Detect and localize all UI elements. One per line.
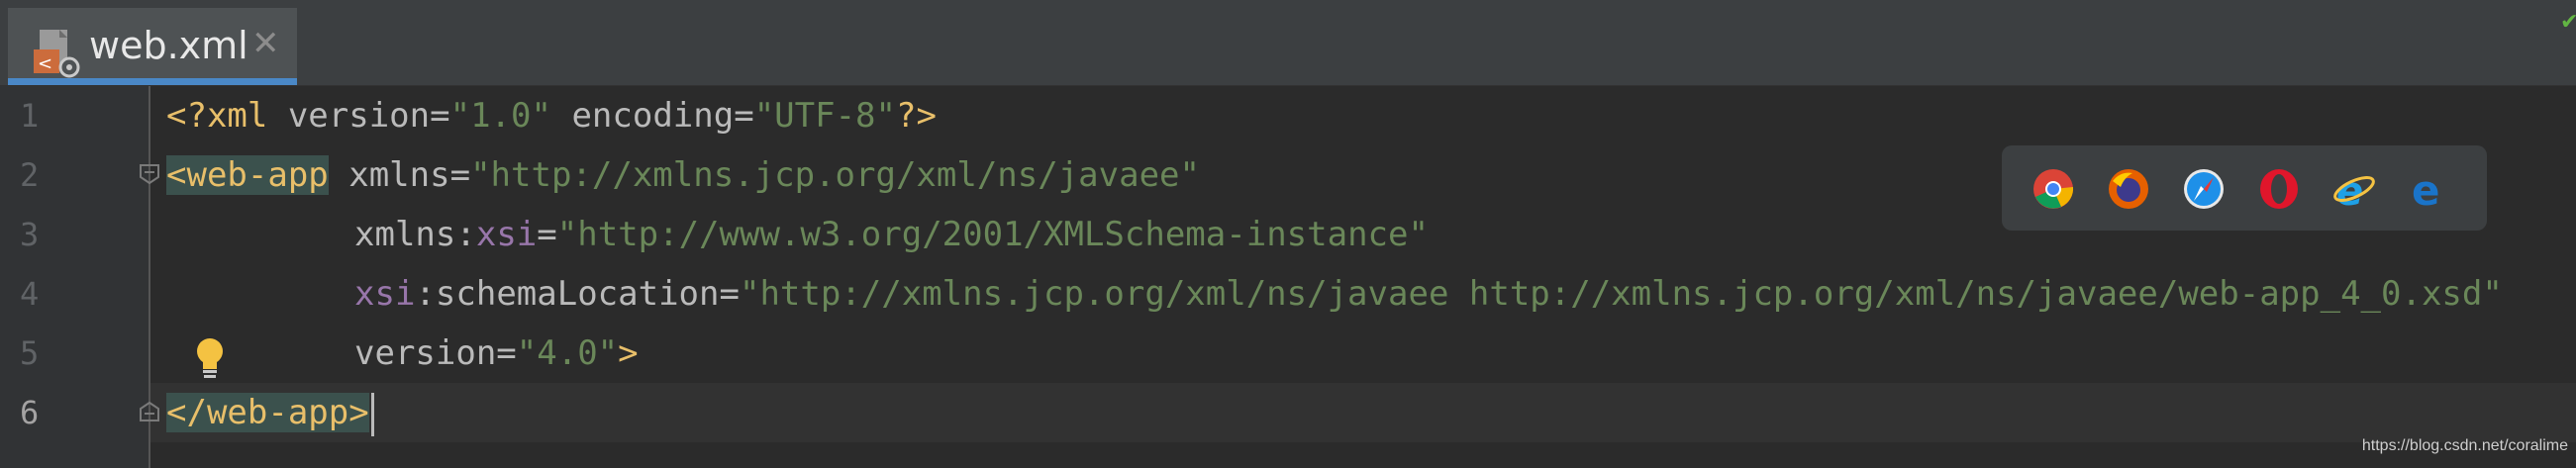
safari-icon[interactable] xyxy=(2182,167,2226,211)
tag-close-bracket: > xyxy=(618,333,639,373)
chrome-icon[interactable] xyxy=(2031,167,2075,211)
value-schema-location: "http://xmlns.jcp.org/xml/ns/javaee http… xyxy=(739,274,2503,314)
line-number: 3 xyxy=(20,216,40,253)
line-number: 2 xyxy=(20,156,40,194)
colon: : xyxy=(455,215,476,254)
lightbulb-icon[interactable] xyxy=(190,335,230,381)
xml-file-icon: < xyxy=(34,30,80,78)
line-number: 4 xyxy=(20,275,40,313)
value-xsi: "http://www.w3.org/2001/XMLSchema-instan… xyxy=(556,215,1429,254)
value-encoding: "UTF-8" xyxy=(753,96,896,136)
inspection-ok-icon: ✔ xyxy=(2560,10,2576,35)
firefox-icon[interactable] xyxy=(2107,167,2150,211)
equals: = xyxy=(430,96,450,136)
equals: = xyxy=(537,215,557,254)
code-line-6: </web-app> xyxy=(166,383,374,442)
value-version: "1.0" xyxy=(449,96,551,136)
namespace-xsi: xsi xyxy=(475,215,538,254)
line-number: 6 xyxy=(20,394,40,431)
text-caret xyxy=(370,392,374,436)
xml-declaration-open: <?xml xyxy=(166,96,268,136)
tag-web-app-open: <web-app xyxy=(166,155,329,195)
code-line-1: <?xml version="1.0" encoding="UTF-8"?> xyxy=(166,86,937,145)
code-line-2: <web-app xmlns="http://xmlns.jcp.org/xml… xyxy=(166,145,1200,205)
equals: = xyxy=(719,274,740,314)
ie-icon[interactable]: e xyxy=(2332,167,2376,211)
value-version: "4.0" xyxy=(516,333,619,373)
colon: : xyxy=(415,274,436,314)
tag-web-app-close: </web-app> xyxy=(166,393,369,432)
edge-icon[interactable]: e xyxy=(2408,167,2451,211)
fold-collapse-icon[interactable] xyxy=(139,163,160,185)
equals: = xyxy=(496,333,517,373)
attr-schema-location: schemaLocation xyxy=(435,274,720,314)
tab-web-xml[interactable]: < web.xml ✕ xyxy=(8,8,297,85)
code-line-5: version="4.0"> xyxy=(354,324,639,383)
attr-version: version xyxy=(267,96,431,136)
attr-xmlns: xmlns xyxy=(328,155,450,195)
attr-version: version xyxy=(354,333,497,373)
code-line-4: xsi:schemaLocation="http://xmlns.jcp.org… xyxy=(354,264,2503,324)
line-number: 5 xyxy=(20,334,40,372)
value-xmlns: "http://xmlns.jcp.org/xml/ns/javaee" xyxy=(470,155,1200,195)
fold-end-icon[interactable] xyxy=(139,401,160,422)
equals: = xyxy=(734,96,754,136)
line-number: 1 xyxy=(20,97,40,135)
svg-text:<: < xyxy=(38,53,52,74)
current-line-highlight xyxy=(149,383,2576,442)
attr-encoding: encoding xyxy=(550,96,735,136)
opera-icon[interactable] xyxy=(2257,167,2301,211)
xml-declaration-close: ?> xyxy=(895,96,937,136)
attr-xmlns: xmlns xyxy=(354,215,456,254)
svg-text:e: e xyxy=(2412,167,2440,211)
tab-label: web.xml xyxy=(89,24,248,67)
equals: = xyxy=(449,155,471,195)
watermark: https://blog.csdn.net/coralime xyxy=(2361,437,2568,454)
code-editor[interactable]: 1 2 3 4 5 6 <?xml version="1.0" encoding… xyxy=(0,86,2576,468)
namespace-xsi: xsi xyxy=(354,274,416,314)
code-line-3: xmlns:xsi="http://www.w3.org/2001/XMLSch… xyxy=(354,205,1429,264)
tab-bar: < web.xml ✕ xyxy=(0,0,2576,86)
close-icon[interactable]: ✕ xyxy=(251,22,280,65)
browser-preview-popup: e e xyxy=(2002,145,2487,231)
